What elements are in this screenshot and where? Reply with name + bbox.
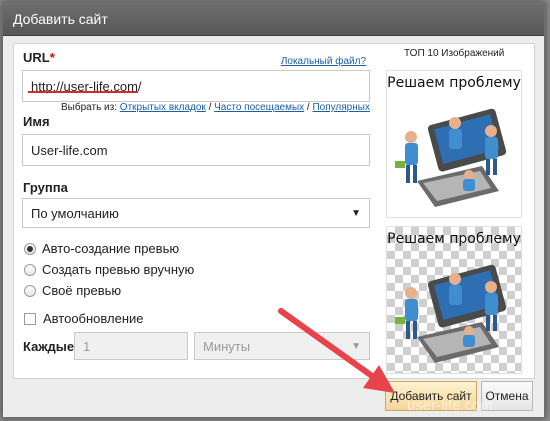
interval-unit-value: Минуты <box>203 338 251 354</box>
radio-icon <box>24 263 36 276</box>
autoupdate-checkbox[interactable]: Автообновление <box>24 311 144 326</box>
interval-unit-select[interactable]: Минуты ▼ <box>194 332 370 360</box>
name-input-value: User-life.com <box>31 142 108 158</box>
every-label: Каждые <box>23 339 75 354</box>
name-input[interactable]: User-life.com <box>22 134 370 166</box>
popular-link[interactable]: Популярных <box>312 102 369 113</box>
interval-value: 1 <box>83 338 91 354</box>
repair-illustration-icon <box>395 108 507 207</box>
thumbnail-1[interactable]: Решаем проблему <box>386 70 522 218</box>
radio-auto-preview[interactable]: Авто-создание превью <box>24 241 179 256</box>
radio-own-preview[interactable]: Своё превью <box>24 283 121 298</box>
dropdown-arrow-icon: ▼ <box>351 340 361 352</box>
url-underline <box>28 91 138 93</box>
group-label: Группа <box>23 180 68 195</box>
radio-manual-preview[interactable]: Создать превью вручную <box>24 262 194 277</box>
open-tabs-link[interactable]: Открытых вкладок <box>120 102 206 113</box>
group-select-value: По умолчанию <box>31 205 119 221</box>
form-panel: URL* Локальный файл? http://user-life.co… <box>13 43 535 379</box>
thumbnails-heading: ТОП 10 Изображений <box>404 48 505 59</box>
radio-icon <box>24 284 36 297</box>
dropdown-arrow-icon: ▼ <box>351 207 361 219</box>
frequent-link[interactable]: Часто посещаемых <box>214 102 304 113</box>
choose-from: Выбрать из: Открытых вкладок / Часто пос… <box>61 102 370 113</box>
thumbnail-2[interactable]: Решаем проблему <box>386 226 522 374</box>
repair-illustration-icon <box>395 264 507 363</box>
interval-input[interactable]: 1 <box>74 332 188 360</box>
dialog-title: Добавить сайт <box>3 3 544 36</box>
checkbox-icon <box>24 312 36 325</box>
url-input[interactable]: http://user-life.com/ <box>22 70 370 102</box>
url-label: URL* <box>23 50 55 65</box>
name-label: Имя <box>23 114 50 129</box>
watermark: user-life.com <box>407 397 493 414</box>
group-select[interactable]: По умолчанию ▼ <box>22 198 370 228</box>
add-site-dialog: Добавить сайт URL* Локальный файл? http:… <box>2 2 545 418</box>
radio-icon <box>24 242 36 255</box>
local-file-link[interactable]: Локальный файл? <box>281 56 366 67</box>
required-mark: * <box>49 50 55 65</box>
